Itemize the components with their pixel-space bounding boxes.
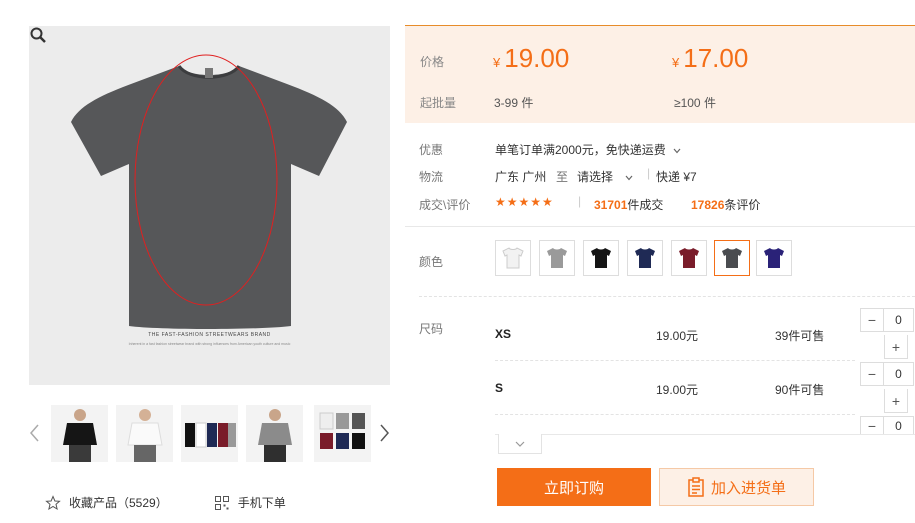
promo-label: 优惠	[419, 143, 444, 157]
favorite-label: 收藏产品（5529）	[69, 496, 168, 510]
chevron-right-icon[interactable]	[378, 423, 390, 443]
shipping-from: 广东 广州	[495, 170, 547, 184]
size-m-decrement-button[interactable]: −	[860, 416, 884, 434]
separator: |	[647, 166, 651, 180]
thumbnail-color-grid[interactable]	[314, 405, 371, 462]
chevron-down-icon	[625, 175, 633, 181]
section-divider	[405, 226, 915, 227]
price-label: 价格	[420, 55, 445, 69]
size-s-stock: 90件可售	[775, 383, 825, 397]
brand-subtext: Inherent in a fast fashion streetwear br…	[128, 342, 291, 346]
size-s-quantity-input[interactable]: 0	[884, 362, 914, 386]
size-xs-increment-button[interactable]: +	[884, 335, 908, 359]
size-m-quantity-input[interactable]: 0	[884, 416, 914, 434]
destination-select[interactable]: 请选择	[577, 168, 633, 185]
qr-code-icon	[214, 495, 229, 510]
color-swatch-burgundy[interactable]	[671, 240, 707, 276]
color-swatch-navy[interactable]	[627, 240, 663, 276]
tshirt-icon	[679, 248, 699, 268]
color-swatch-royal-blue[interactable]	[756, 240, 792, 276]
size-s-increment-button[interactable]: +	[884, 389, 908, 413]
thumbnail-strip	[29, 405, 390, 463]
sales-count[interactable]: 31701件成交	[594, 196, 663, 213]
separator: |	[578, 194, 582, 208]
deals-label: 成交\评价	[419, 198, 471, 212]
expand-sizes-button[interactable]	[498, 434, 542, 454]
tshirt-icon	[764, 248, 784, 268]
chevron-down-icon	[673, 148, 681, 154]
tier1-price: ¥19.00	[493, 43, 570, 73]
favorite-link[interactable]: 收藏产品（5529）	[45, 494, 168, 511]
mobile-order-label: 手机下单	[237, 496, 286, 510]
shipping-to-word: 至	[556, 170, 569, 184]
clipboard-icon	[688, 477, 704, 497]
review-count[interactable]: 17826条评价	[691, 196, 760, 213]
size-xs-name: XS	[495, 327, 512, 341]
bottom-links: 收藏产品（5529） 手机下单	[45, 494, 286, 511]
tier2-range: ≥100 件	[674, 96, 716, 110]
size-xs-stock: 39件可售	[775, 329, 825, 343]
buy-now-button[interactable]: 立即订购	[497, 468, 651, 506]
brand-text: THE FAST-FASHION STREETWEARS BRAND	[148, 332, 271, 338]
thumbnail-model-gray-tee[interactable]	[246, 405, 303, 462]
size-s-price: 19.00元	[656, 383, 699, 397]
mobile-order-link[interactable]: 手机下单	[214, 494, 286, 511]
color-swatch-black[interactable]	[583, 240, 619, 276]
zoom-icon[interactable]	[29, 26, 47, 44]
tier2-price: ¥17.00	[672, 43, 749, 73]
color-swatch-charcoal[interactable]	[714, 240, 750, 276]
color-swatch-light-gray[interactable]	[539, 240, 575, 276]
thumbnail-model-white-tee[interactable]	[116, 405, 173, 462]
tshirt-icon	[635, 248, 655, 268]
tshirt-icon	[502, 247, 524, 269]
tshirt-icon	[547, 248, 567, 268]
rating-stars: ★★★★★	[495, 195, 554, 209]
list-bottom-border	[495, 434, 915, 435]
section-divider	[419, 296, 915, 297]
add-to-purchase-list-button[interactable]: 加入进货单	[659, 468, 814, 506]
express-fee: 快递 ¥7	[656, 170, 697, 184]
moq-label: 起批量	[420, 96, 457, 110]
shipping-label: 物流	[419, 170, 444, 184]
color-label: 颜色	[419, 255, 444, 269]
tshirt-icon	[591, 248, 611, 268]
tshirt-icon	[722, 248, 742, 268]
size-s-name: S	[495, 381, 504, 395]
row-divider	[495, 414, 855, 415]
color-swatch-white[interactable]	[495, 240, 531, 276]
price-panel: 价格 ¥19.00 ¥17.00 起批量 3-99 件 ≥100 件	[405, 25, 915, 123]
chevron-left-icon[interactable]	[29, 423, 41, 443]
size-s-decrement-button[interactable]: −	[860, 362, 884, 386]
size-xs-decrement-button[interactable]: −	[860, 308, 884, 332]
promo-text[interactable]: 单笔订单满2000元，免快递运费	[495, 141, 681, 158]
chevron-down-icon	[515, 441, 525, 447]
size-xs-quantity-input[interactable]: 0	[884, 308, 914, 332]
tier1-range: 3-99 件	[494, 96, 534, 110]
star-outline-icon	[45, 494, 61, 510]
size-xs-price: 19.00元	[656, 329, 699, 343]
main-product-image[interactable]: THE FAST-FASHION STREETWEARS BRAND Inher…	[29, 26, 390, 385]
size-label: 尺码	[419, 322, 444, 336]
thumbnail-model-black-tee[interactable]	[51, 405, 108, 462]
thumbnail-folded-tees[interactable]	[181, 405, 238, 462]
row-divider	[495, 360, 855, 361]
